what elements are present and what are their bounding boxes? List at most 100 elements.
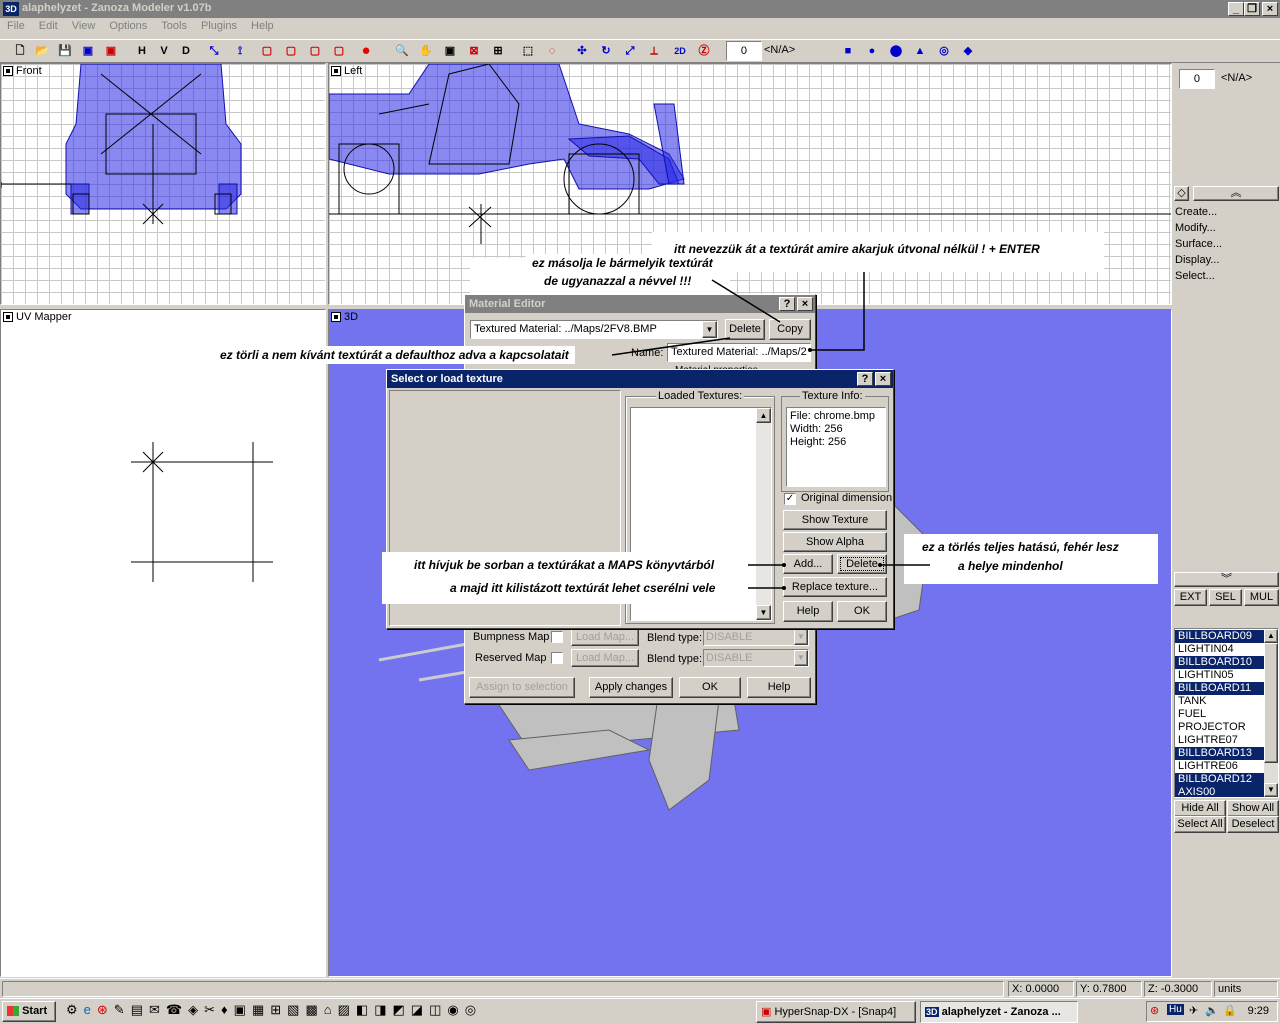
right-frame-spinner[interactable]: 0 <box>1179 69 1215 89</box>
material-help-button[interactable]: ? <box>779 297 795 311</box>
deselect-button[interactable]: Deselect <box>1227 816 1279 833</box>
object-list-item[interactable]: AXIS00 <box>1175 786 1264 797</box>
replace-texture-button[interactable]: Replace texture... <box>783 577 887 597</box>
language-indicator[interactable]: Hu <box>1167 1004 1184 1015</box>
right-menu-create[interactable]: Create... <box>1175 206 1217 218</box>
texture-help-button[interactable]: ? <box>857 372 873 386</box>
show-texture-button[interactable]: Show Texture <box>783 510 887 530</box>
sphere-primitive-icon[interactable]: ● <box>862 41 882 61</box>
show-alpha-button[interactable]: Show Alpha <box>783 532 887 552</box>
scroll-up-button[interactable]: ︽ <box>1193 186 1279 201</box>
quicklaunch-icon-21[interactable]: ◪ <box>411 1002 429 1017</box>
view-v-button[interactable]: V <box>154 41 174 61</box>
object-list-item[interactable]: BILLBOARD13 <box>1175 747 1264 760</box>
object-list-item[interactable]: LIGHTIN04 <box>1175 643 1264 656</box>
loaded-scroll-up[interactable]: ▲ <box>756 408 771 423</box>
start-button[interactable]: Start <box>2 1001 56 1022</box>
bump-map-checkbox[interactable] <box>551 631 563 643</box>
quicklaunch-icon-11[interactable]: ▣ <box>234 1002 252 1017</box>
menu-view[interactable]: View <box>65 18 103 38</box>
object-list-item[interactable]: TANK <box>1175 695 1264 708</box>
list-scroll-thumb[interactable] <box>1264 643 1278 763</box>
add-texture-button[interactable]: Add... <box>783 554 833 574</box>
quicklaunch-icon-17[interactable]: ▨ <box>338 1002 356 1017</box>
texture-close-button[interactable]: × <box>875 372 891 386</box>
object-list-item[interactable]: LIGHTRE07 <box>1175 734 1264 747</box>
apply-changes-button[interactable]: Apply changes <box>589 677 673 698</box>
quicklaunch-icon-9[interactable]: ✂ <box>204 1002 221 1017</box>
quicklaunch-icon-3[interactable]: ⊛ <box>97 1002 114 1017</box>
material-copy-button[interactable]: Copy <box>769 319 811 340</box>
scroll-down-button[interactable]: ︾ <box>1174 572 1279 587</box>
loaded-scroll-down[interactable]: ▼ <box>756 605 771 620</box>
object-list-item[interactable]: BILLBOARD11 <box>1175 682 1264 695</box>
box-view-icon[interactable]: ▢ <box>257 41 277 61</box>
object-list-item[interactable]: PROJECTOR <box>1175 721 1264 734</box>
right-menu-surface[interactable]: Surface... <box>1175 238 1222 250</box>
menu-edit[interactable]: Edit <box>32 18 65 38</box>
quicklaunch-icon-15[interactable]: ▩ <box>305 1002 323 1017</box>
menu-file[interactable]: File <box>0 18 32 38</box>
assign-selection-button[interactable]: Assign to selection <box>469 677 575 698</box>
bump-blend-arrow[interactable]: ▼ <box>794 629 808 645</box>
material-help-text-button[interactable]: Help <box>747 677 811 698</box>
object-list-item[interactable]: LIGHTRE06 <box>1175 760 1264 773</box>
object-list-item[interactable]: BILLBOARD09 <box>1175 630 1264 643</box>
material-dropdown-arrow[interactable]: ▼ <box>702 321 717 338</box>
quicklaunch-icon-19[interactable]: ◨ <box>374 1002 392 1017</box>
zoom-icon[interactable]: 🔍 <box>392 41 412 61</box>
list-scroll-up[interactable]: ▲ <box>1264 629 1278 643</box>
tray-icon-1[interactable]: ⊛ <box>1150 1004 1159 1017</box>
taskbar-hypersnap[interactable]: ▣ HyperSnap-DX - [Snap4] <box>756 1001 916 1023</box>
quicklaunch-icon-20[interactable]: ◩ <box>393 1002 411 1017</box>
tray-icon-2[interactable]: ✈ <box>1189 1004 1198 1017</box>
bump-load-map-button[interactable]: Load Map... <box>571 628 639 646</box>
menu-tools[interactable]: Tools <box>154 18 194 38</box>
menu-plugins[interactable]: Plugins <box>194 18 244 38</box>
collapse-panel-button[interactable]: ◇ <box>1174 186 1189 201</box>
delete-texture-button[interactable]: Delete <box>837 554 887 574</box>
texture-help-text-button[interactable]: Help <box>783 601 833 622</box>
material-delete-button[interactable]: Delete <box>725 319 765 340</box>
quicklaunch-icon-12[interactable]: ▦ <box>252 1002 270 1017</box>
original-dimension-checkbox[interactable]: ✓ <box>784 493 796 505</box>
volume-icon[interactable]: 🔈 <box>1205 1004 1219 1017</box>
loaded-list-scrollbar[interactable]: ▲ ▼ <box>756 408 771 620</box>
cylinder-primitive-icon[interactable]: ⬤ <box>886 41 906 61</box>
right-menu-modify[interactable]: Modify... <box>1175 222 1216 234</box>
open-file-icon[interactable]: 📂 <box>32 41 52 61</box>
select-rect-icon[interactable]: ⬚ <box>518 41 538 61</box>
2d-3d-icon[interactable]: 2D <box>670 41 690 61</box>
plane-primitive-icon[interactable]: ◆ <box>958 41 978 61</box>
quicklaunch-icon-13[interactable]: ⊞ <box>270 1002 287 1017</box>
restore-button[interactable]: ❐ <box>1244 2 1260 16</box>
box-view-icon-4[interactable]: ▢ <box>329 41 349 61</box>
quicklaunch-icon-8[interactable]: ◈ <box>188 1002 204 1017</box>
save-icon[interactable]: 💾 <box>55 41 75 61</box>
texture-ok-button[interactable]: OK <box>837 601 887 622</box>
rotate-icon[interactable]: ↻ <box>596 41 616 61</box>
menu-options[interactable]: Options <box>102 18 154 38</box>
hide-all-button[interactable]: Hide All <box>1174 800 1226 817</box>
quicklaunch-icon-22[interactable]: ◫ <box>429 1002 447 1017</box>
quicklaunch-icon-7[interactable]: ☎ <box>166 1002 188 1017</box>
material-select[interactable]: Textured Material: ../Maps/2FV8.BMP ▼ <box>470 320 718 339</box>
export-icon[interactable]: ▣ <box>101 41 121 61</box>
mul-button[interactable]: MUL <box>1244 589 1279 606</box>
zoom-region-icon[interactable]: ⊠ <box>464 41 484 61</box>
select-all-button[interactable]: Select All <box>1174 816 1226 833</box>
reserved-blend-select[interactable]: DISABLE ▼ <box>703 649 809 667</box>
quicklaunch-icon-18[interactable]: ◧ <box>356 1002 374 1017</box>
scale-icon[interactable]: ⤢ <box>620 41 640 61</box>
show-all-button[interactable]: Show All <box>1227 800 1279 817</box>
quicklaunch-icon-10[interactable]: ♦ <box>221 1002 234 1017</box>
minimize-button[interactable]: _ <box>1228 2 1244 16</box>
pivot-icon[interactable]: ⤡ <box>204 41 224 61</box>
frame-spinner[interactable]: 0 <box>726 41 762 61</box>
quicklaunch-icon-1[interactable]: ⚙ <box>66 1002 84 1017</box>
material-name-field[interactable]: Textured Material: ../Maps/2 <box>667 343 811 362</box>
reserved-map-checkbox[interactable] <box>551 652 563 664</box>
import-icon[interactable]: ▣ <box>78 41 98 61</box>
z-buffer-icon[interactable]: Ⓩ <box>694 41 714 61</box>
front-viewport[interactable]: Front <box>0 63 326 305</box>
